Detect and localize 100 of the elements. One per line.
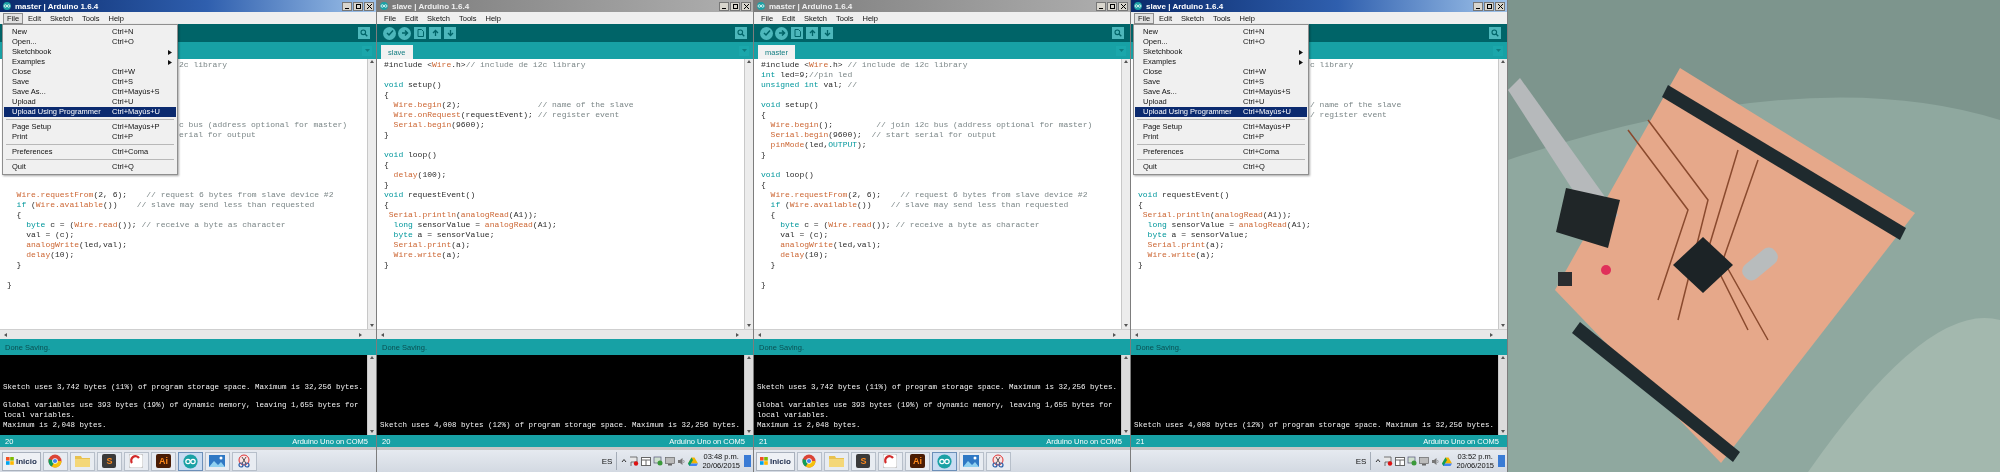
down-arrow-icon	[369, 429, 375, 435]
down-arrow-icon	[1500, 323, 1506, 329]
taskbar-button[interactable]	[231, 451, 257, 471]
check-icon	[385, 29, 394, 37]
down-arrow-icon	[1123, 323, 1129, 329]
code-line: Wire.requestFrom(2, 6); // request 6 bytes from slave device #2	[15, 190, 334, 200]
maximize-button[interactable]	[1107, 1, 1117, 11]
taskbar-button[interactable]: S	[850, 451, 876, 471]
open-button[interactable]	[806, 27, 818, 39]
taskbar-button[interactable]	[204, 451, 230, 471]
maximize-button[interactable]	[730, 1, 740, 11]
network-icon	[653, 456, 664, 466]
serial-monitor-button[interactable]	[735, 27, 747, 39]
code-line: Wire.write(a);	[1146, 250, 1215, 260]
taskbar-button[interactable]	[42, 451, 68, 471]
maximize-button[interactable]	[1484, 1, 1494, 11]
minimize-button[interactable]	[1473, 1, 1483, 11]
language-indicator[interactable]: ES	[1355, 456, 1367, 466]
serial-monitor-button[interactable]	[358, 27, 370, 39]
language-indicator[interactable]: ES	[601, 456, 613, 466]
console-scrollbar[interactable]	[744, 355, 753, 435]
code-line: delay(10);	[779, 250, 829, 260]
taskbar-button[interactable]	[877, 451, 903, 471]
close-button[interactable]	[741, 1, 751, 11]
console-scrollbar[interactable]	[367, 355, 376, 435]
windows-logo-icon	[760, 457, 768, 465]
tricolor-circle-icon	[48, 454, 63, 468]
serial-monitor-button[interactable]	[1489, 27, 1501, 39]
code-line: c library	[1310, 60, 1354, 70]
horizontal-scrollbar[interactable]	[754, 329, 1130, 339]
code-line: void loop()	[384, 150, 437, 160]
taskbar-button[interactable]	[931, 451, 957, 471]
maximize-icon	[732, 3, 738, 9]
vertical-scrollbar[interactable]	[744, 59, 753, 329]
code-line: if (Wire.available()) // slave may send less than requested	[769, 200, 1069, 210]
new-file-button[interactable]	[791, 27, 803, 39]
search-icon	[1114, 29, 1122, 37]
taskbar-button[interactable]	[985, 451, 1011, 471]
console-scrollbar[interactable]	[1121, 355, 1130, 435]
close-icon	[366, 3, 372, 9]
code-line: void loop()	[761, 170, 814, 180]
maximize-button[interactable]	[353, 1, 363, 11]
tab-menu-button[interactable]	[739, 45, 749, 56]
code-line: Wire.begin(); // join i2c bus (address optional for master)	[769, 120, 1093, 130]
code-line: analogWrite(led,val);	[25, 240, 128, 250]
taskbar-button[interactable]	[177, 451, 203, 471]
vertical-scrollbar[interactable]	[1121, 59, 1130, 329]
code-line: {	[15, 210, 22, 220]
search-icon	[737, 29, 745, 37]
right-arrow-icon	[1489, 331, 1495, 338]
infinity-circle-icon	[936, 453, 952, 469]
save-button[interactable]	[821, 27, 833, 39]
horizontal-scrollbar[interactable]	[377, 329, 753, 339]
minimize-button[interactable]	[342, 1, 352, 11]
taskbar-button[interactable]	[796, 451, 822, 471]
infinity-circle-icon	[182, 453, 198, 469]
start-button[interactable]: Inicio	[756, 451, 795, 471]
code-line: Wire.requestFrom(2, 6); // request 6 bytes from slave device #2	[769, 190, 1088, 200]
tab-menu-button[interactable]	[1116, 45, 1126, 56]
start-button[interactable]: Inicio	[2, 451, 41, 471]
taskbar-button[interactable]	[123, 451, 149, 471]
code-line: {	[384, 200, 389, 210]
horizontal-scrollbar[interactable]	[1131, 329, 1507, 339]
console-scrollbar[interactable]	[1498, 355, 1507, 435]
taskbar-button[interactable]: Ai	[150, 451, 176, 471]
save-button[interactable]	[444, 27, 456, 39]
upload-button[interactable]	[775, 26, 788, 40]
new-file-button[interactable]	[414, 27, 426, 39]
close-button[interactable]	[1118, 1, 1128, 11]
window-icon	[641, 456, 652, 466]
serial-monitor-button[interactable]	[1112, 27, 1124, 39]
code-line: }	[1138, 260, 1143, 270]
upload-button[interactable]	[398, 26, 411, 40]
vertical-scrollbar[interactable]	[1498, 59, 1507, 329]
horizontal-scrollbar[interactable]	[0, 329, 376, 339]
taskbar-button[interactable]	[958, 451, 984, 471]
up-arrow-icon	[808, 29, 816, 37]
verify-button[interactable]	[760, 26, 773, 40]
tab-menu-button[interactable]	[1493, 45, 1503, 56]
close-button[interactable]	[1495, 1, 1505, 11]
minimize-button[interactable]	[1096, 1, 1106, 11]
infinity-circle-icon	[1133, 2, 1143, 10]
code-line: {	[761, 180, 766, 190]
code-line: pinMode(led,OUTPUT);	[769, 140, 867, 150]
code-line: {	[761, 110, 766, 120]
code-line: }	[384, 260, 389, 270]
folder-icon	[74, 455, 90, 467]
taskbar-button[interactable]: S	[96, 451, 122, 471]
code-line: }	[761, 280, 766, 290]
vertical-scrollbar[interactable]	[367, 59, 376, 329]
up-arrow-icon	[1500, 355, 1506, 361]
code-line: / register event	[1310, 110, 1387, 120]
tab-menu-button[interactable]	[362, 45, 372, 56]
chevron-up-icon	[1375, 458, 1382, 464]
minimize-button[interactable]	[719, 1, 729, 11]
code-line: c bus (address optional for master)	[179, 120, 348, 130]
verify-button[interactable]	[383, 26, 396, 40]
open-button[interactable]	[429, 27, 441, 39]
taskbar-button[interactable]: Ai	[904, 451, 930, 471]
close-button[interactable]	[364, 1, 374, 11]
